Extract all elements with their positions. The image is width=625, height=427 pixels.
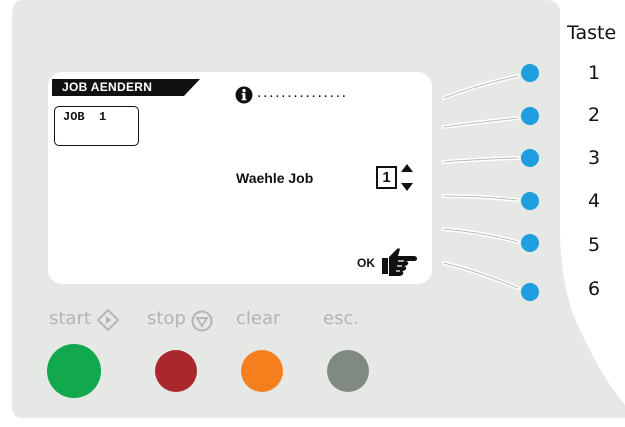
arrow-up-icon: [401, 164, 413, 172]
stop-label: stop: [147, 308, 186, 329]
esc-label: esc.: [323, 308, 360, 329]
current-job-box: JOB 1: [54, 106, 139, 146]
side-key-1[interactable]: [521, 64, 539, 82]
keys-title: Taste: [567, 22, 617, 44]
key-number-1: 1: [588, 62, 601, 84]
key-number-6: 6: [588, 278, 601, 300]
screen-title: JOB AENDERN: [62, 80, 153, 94]
key-number-2: 2: [588, 104, 601, 126]
screen-title-tab: JOB AENDERN: [52, 79, 200, 96]
side-key-6[interactable]: [521, 283, 539, 301]
start-button[interactable]: [47, 344, 101, 398]
side-key-2[interactable]: [521, 107, 539, 125]
clear-button[interactable]: [241, 350, 283, 392]
info-dotted-line: ...............: [257, 84, 348, 101]
side-key-3[interactable]: [521, 149, 539, 167]
start-diamond-icon: [96, 308, 120, 332]
key-number-3: 3: [588, 147, 601, 169]
stop-button[interactable]: [155, 350, 197, 392]
info-icon: [235, 86, 253, 104]
key-connector-lines: [442, 74, 520, 290]
arrow-down-icon: [401, 183, 413, 191]
key-number-4: 4: [588, 190, 601, 212]
key-number-5: 5: [588, 234, 601, 256]
esc-button[interactable]: [327, 350, 369, 392]
select-job-label: Waehle Job: [236, 170, 314, 186]
side-key-5[interactable]: [521, 234, 539, 252]
stop-triangle-icon: [191, 310, 213, 332]
clear-label: clear: [236, 308, 281, 329]
job-number-value: 1: [376, 166, 397, 189]
side-key-4[interactable]: [521, 192, 539, 210]
current-job-label: JOB 1: [63, 110, 107, 124]
pointing-hand-icon: [382, 248, 417, 276]
ok-label: OK: [357, 256, 375, 270]
start-label: start: [49, 308, 91, 329]
